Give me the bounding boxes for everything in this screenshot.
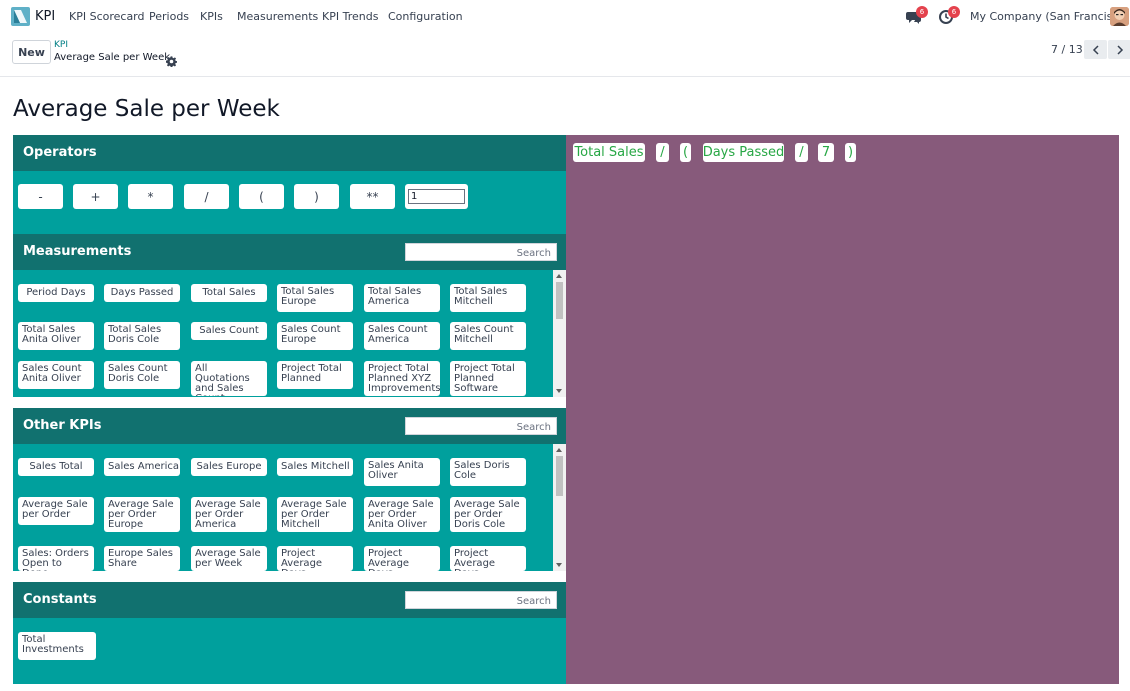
measurement-chip[interactable]: Sales Count — [191, 322, 267, 340]
operator-plus-button[interactable]: + — [73, 184, 118, 209]
measurement-chip[interactable]: All Quotations and Sales Count — [191, 361, 267, 396]
kpi-chip[interactable]: Project Average Days — [277, 546, 353, 571]
measurement-chip[interactable]: Sales Count Mitchell — [450, 322, 526, 350]
chevron-right-icon — [1116, 44, 1123, 55]
measurement-chip[interactable]: Project Total Planned — [277, 361, 353, 389]
operator-divide-button[interactable]: / — [184, 184, 229, 209]
measurement-chip[interactable]: Sales Count America — [364, 322, 440, 350]
kpi-chip[interactable]: Sales Doris Cole — [450, 458, 526, 486]
chevron-left-icon — [1092, 44, 1099, 55]
scroll-down-arrow-icon[interactable] — [556, 563, 562, 567]
kpi-chip[interactable]: Average Sale per Week — [191, 546, 267, 571]
menu-configuration[interactable]: Configuration — [388, 10, 463, 23]
top-navbar: KPI KPI Scorecard Periods KPIs Measureme… — [0, 0, 1130, 34]
kpi-chip[interactable]: Average Sale per Order Mitchell — [277, 497, 353, 532]
scroll-down-arrow-icon[interactable] — [556, 389, 562, 393]
kpi-chip[interactable]: Sales America — [104, 458, 180, 476]
measurement-chip[interactable]: Total Sales America — [364, 284, 440, 312]
measurements-title: Measurements — [23, 244, 132, 259]
formula-token-operator[interactable]: ) — [845, 143, 856, 162]
pager-value[interactable]: 7 / 13 — [1051, 43, 1083, 56]
measurement-chip[interactable]: Project Total Planned Software — [450, 361, 526, 396]
operators-title: Operators — [23, 145, 97, 160]
pager-next-button[interactable] — [1108, 40, 1130, 59]
other-kpis-title: Other KPIs — [23, 418, 102, 433]
measurement-chip[interactable]: Sales Count Doris Cole — [104, 361, 180, 389]
kpi-chip[interactable]: Project Average Days — [450, 546, 526, 571]
formula-token-operator[interactable]: / — [656, 143, 669, 162]
breadcrumb-current: Average Sale per Week — [54, 52, 171, 63]
other-kpis-scrollbar[interactable] — [553, 444, 566, 571]
kpi-chip[interactable]: Average Sale per Order Doris Cole — [450, 497, 526, 532]
scroll-up-arrow-icon[interactable] — [556, 274, 562, 278]
kpi-chip[interactable]: Sales Europe — [191, 458, 267, 476]
scroll-up-arrow-icon[interactable] — [556, 448, 562, 452]
kpi-chip[interactable]: Sales Mitchell — [277, 458, 353, 476]
breadcrumb-parent-link[interactable]: KPI — [54, 40, 68, 50]
kpi-chip[interactable]: Average Sale per Order Anita Oliver — [364, 497, 440, 532]
constant-input-wrapper — [405, 184, 468, 209]
formula-token-measurement[interactable]: Total Sales — [573, 143, 645, 162]
operator-minus-button[interactable]: - — [18, 184, 63, 209]
formula-canvas[interactable] — [566, 135, 1119, 684]
operator-open-paren-button[interactable]: ( — [239, 184, 284, 209]
formula-token-measurement[interactable]: Days Passed — [703, 143, 784, 162]
app-name[interactable]: KPI — [35, 9, 55, 24]
user-avatar[interactable] — [1110, 7, 1129, 26]
kpi-chip[interactable]: Average Sale per Order — [18, 497, 94, 525]
constants-title: Constants — [23, 592, 97, 607]
kpi-chip[interactable]: Project Average Days — [364, 546, 440, 571]
measurements-scrollbar[interactable] — [553, 270, 566, 397]
gear-icon[interactable] — [165, 52, 178, 68]
constant-chip[interactable]: Total Investments — [18, 632, 96, 660]
measurement-chip[interactable]: Total Sales Doris Cole — [104, 322, 180, 350]
menu-measurements[interactable]: Measurements — [237, 10, 318, 23]
company-switcher[interactable]: My Company (San Francisco) — [970, 10, 1129, 23]
operators-header: Operators — [13, 135, 566, 171]
other-kpis-header: Other KPIs — [13, 408, 566, 444]
formula-token-operator[interactable]: ( — [680, 143, 691, 162]
kpi-app-icon[interactable] — [11, 7, 30, 26]
operator-multiply-button[interactable]: * — [128, 184, 173, 209]
constant-number-input[interactable] — [408, 189, 465, 204]
messages-count-badge: 6 — [916, 6, 928, 18]
activities-count-badge: 6 — [948, 6, 960, 18]
scrollbar-thumb[interactable] — [556, 282, 563, 319]
measurement-chip[interactable]: Total Sales Anita Oliver — [18, 322, 94, 350]
measurement-chip[interactable]: Sales Count Anita Oliver — [18, 361, 94, 389]
record-title: Average Sale per Week — [13, 96, 280, 122]
new-button[interactable]: New — [12, 40, 51, 64]
menu-kpis[interactable]: KPIs — [200, 10, 223, 23]
constants-search-input[interactable] — [405, 591, 557, 609]
formula-token-operator[interactable]: / — [795, 143, 808, 162]
menu-periods[interactable]: Periods — [149, 10, 189, 23]
measurements-search-input[interactable] — [405, 243, 557, 261]
kpi-chip[interactable]: Sales: Orders Open to Done — [18, 546, 94, 571]
other-kpis-search-input[interactable] — [405, 417, 557, 435]
menu-kpi-scorecard[interactable]: KPI Scorecard — [69, 10, 145, 23]
kpi-chip[interactable]: Sales Anita Oliver — [364, 458, 440, 486]
kpi-chip[interactable]: Average Sale per Order America — [191, 497, 267, 532]
operator-close-paren-button[interactable]: ) — [294, 184, 339, 209]
formula-token-constant[interactable]: 7 — [818, 143, 834, 162]
measurement-chip[interactable]: Sales Count Europe — [277, 322, 353, 350]
menu-kpi-trends[interactable]: KPI Trends — [322, 10, 378, 23]
measurements-header: Measurements — [13, 234, 566, 270]
measurement-chip[interactable]: Period Days — [18, 284, 94, 302]
kpi-chip[interactable]: Average Sale per Order Europe — [104, 497, 180, 532]
kpi-chip[interactable]: Sales Total — [18, 458, 94, 476]
measurement-chip[interactable]: Project Total Planned XYZ Improvements — [364, 361, 440, 396]
kpi-chip[interactable]: Europe Sales Share — [104, 546, 180, 571]
operator-power-button[interactable]: ** — [350, 184, 395, 209]
measurement-chip[interactable]: Total Sales Mitchell — [450, 284, 526, 312]
control-panel-divider — [0, 76, 1130, 77]
measurement-chip[interactable]: Total Sales — [191, 284, 267, 302]
pager-previous-button[interactable] — [1084, 40, 1107, 59]
measurement-chip[interactable]: Total Sales Europe — [277, 284, 353, 312]
measurement-chip[interactable]: Days Passed — [104, 284, 180, 302]
scrollbar-thumb[interactable] — [556, 456, 563, 496]
constants-header: Constants — [13, 582, 566, 618]
